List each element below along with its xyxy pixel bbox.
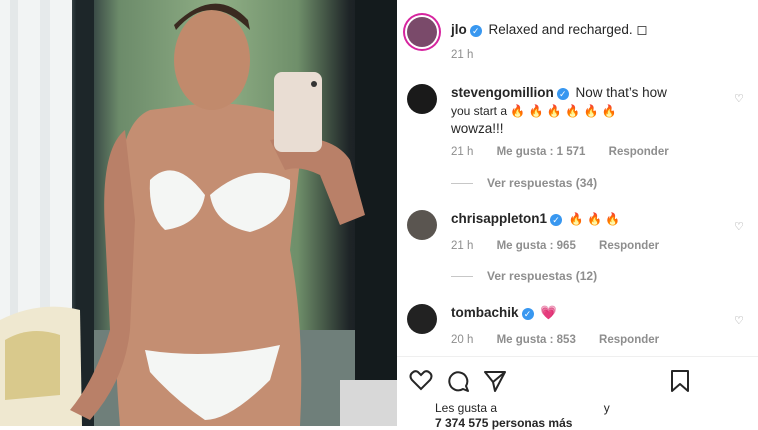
post-author[interactable]: jlo <box>451 22 467 37</box>
comment-likes[interactable]: Me gusta : 965 <box>497 240 576 252</box>
comment-item: tombachik ✓ 💗 ♡ 20 h Me gusta : 853 Respo… <box>397 304 758 354</box>
comment-text: you start a 🔥 🔥 🔥 🔥 🔥 🔥 <box>451 104 617 118</box>
heart-icon[interactable]: ♡ <box>734 220 744 233</box>
comment-text: wowza!!! <box>451 121 504 136</box>
comment-username[interactable]: stevengomillion <box>451 85 554 100</box>
comment-text: 🔥 🔥 🔥 <box>568 212 621 226</box>
reply-button[interactable]: Responder <box>599 240 659 252</box>
bookmark-icon[interactable] <box>669 369 691 393</box>
comment-likes[interactable]: Me gusta : 1 571 <box>497 146 586 158</box>
view-replies-link[interactable]: Ver respuestas (12) <box>451 269 597 283</box>
comment-username[interactable]: chrisappleton1 <box>451 211 547 226</box>
comment-timestamp: 20 h <box>451 334 474 346</box>
post-photo <box>0 0 397 426</box>
heart-icon[interactable]: ♡ <box>734 92 744 105</box>
post-header: jlo ✓ Relaxed and recharged. ◻ 21 h <box>397 14 758 61</box>
view-replies-label: Ver respuestas (12) <box>487 269 598 283</box>
reply-button[interactable]: Responder <box>609 146 669 158</box>
view-replies-link[interactable]: Ver respuestas (34) <box>451 176 597 190</box>
comment-username[interactable]: tombachik <box>451 305 519 320</box>
likes-suffix: y <box>603 401 610 415</box>
comment-item: chrisappleton1 ✓ 🔥 🔥 🔥 ♡ 21 h Me gusta : … <box>397 210 758 290</box>
comment-icon[interactable] <box>446 369 470 393</box>
verified-icon: ✓ <box>556 88 569 100</box>
comments-panel: jlo ✓ Relaxed and recharged. ◻ 21 h steve… <box>397 0 758 430</box>
avatar[interactable] <box>407 17 437 47</box>
avatar[interactable] <box>407 210 437 240</box>
comment-text: 💗 <box>540 305 558 320</box>
view-replies-label: Ver respuestas (34) <box>487 176 598 190</box>
verified-icon: ✓ <box>469 25 482 37</box>
heart-icon[interactable]: ♡ <box>734 314 744 327</box>
avatar[interactable] <box>407 304 437 334</box>
reply-button[interactable]: Responder <box>599 334 659 346</box>
post-caption: Relaxed and recharged. ◻ <box>488 22 648 37</box>
heart-icon[interactable] <box>409 369 433 391</box>
comment-item: stevengomillion ✓ Now that’s how you star… <box>397 84 758 194</box>
share-icon[interactable] <box>483 369 507 393</box>
comment-timestamp: 21 h <box>451 240 474 252</box>
post-timestamp: 21 h <box>451 49 474 61</box>
verified-icon: ✓ <box>550 214 563 226</box>
likes-summary: Les gusta a y <box>435 401 610 415</box>
comment-text: Now that’s how <box>575 85 667 100</box>
likes-count[interactable]: 7 374 575 personas más <box>435 416 572 430</box>
comment-likes[interactable]: Me gusta : 853 <box>497 334 576 346</box>
avatar[interactable] <box>407 84 437 114</box>
comment-timestamp: 21 h <box>451 146 474 158</box>
likes-prefix: Les gusta a <box>435 401 498 415</box>
verified-icon: ✓ <box>521 308 534 320</box>
photo-illustration <box>0 0 397 426</box>
caption-line: jlo ✓ Relaxed and recharged. ◻ <box>451 21 648 39</box>
